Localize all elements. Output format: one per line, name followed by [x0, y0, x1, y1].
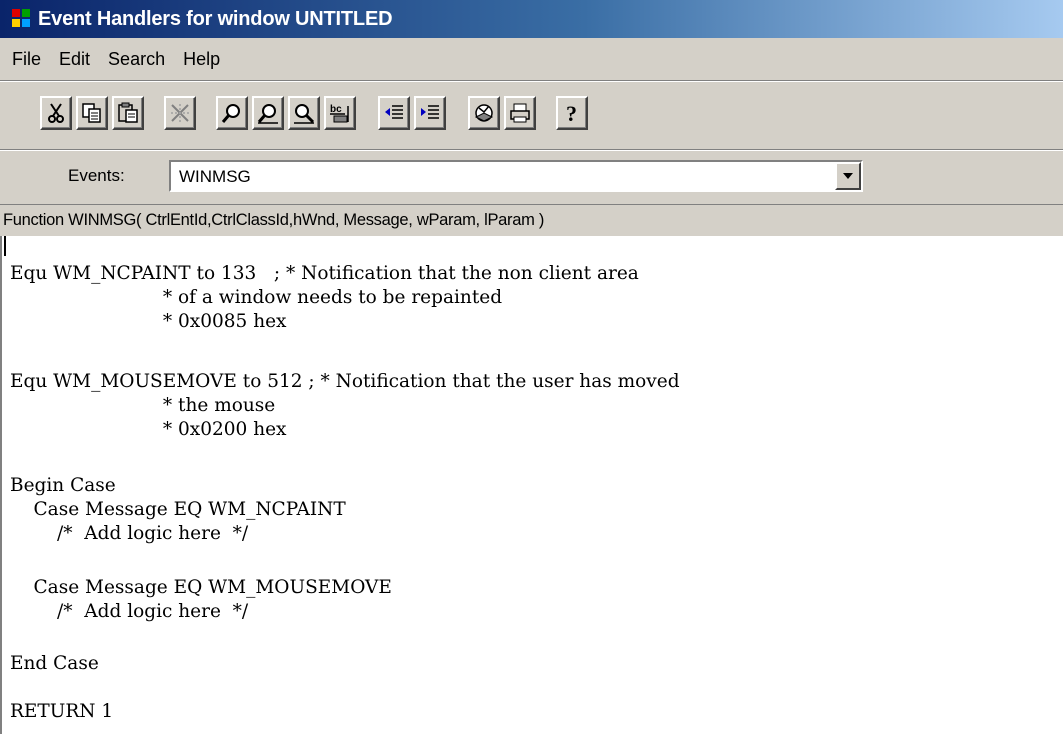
- help-icon: ?: [566, 102, 577, 124]
- code-line: End Case: [10, 653, 99, 674]
- text-caret: [4, 236, 6, 256]
- menu-file[interactable]: File: [0, 49, 50, 70]
- paste-button[interactable]: [112, 96, 144, 130]
- find-icon: [221, 104, 240, 123]
- code-line: Case Message EQ WM_NCPAINT: [10, 499, 346, 520]
- code-line: * 0x0200 hex: [10, 419, 287, 440]
- copy-button[interactable]: [76, 96, 108, 130]
- code-line: RETURN 1: [10, 701, 114, 722]
- window-title: Event Handlers for window UNTITLED: [38, 7, 393, 30]
- clear-button[interactable]: [164, 96, 196, 130]
- code-line: Begin Case: [10, 475, 116, 496]
- compile-icon: [474, 104, 494, 122]
- dropdown-button[interactable]: [835, 162, 861, 190]
- indent-button[interactable]: [414, 96, 446, 130]
- clear-icon: [171, 104, 189, 122]
- zoom-button[interactable]: [288, 96, 320, 130]
- chevron-down-icon: [843, 173, 853, 179]
- code-line: /* Add logic here */: [10, 523, 249, 544]
- cut-button[interactable]: [40, 96, 72, 130]
- code-line: * the mouse: [10, 395, 276, 416]
- code-line: * 0x0085 hex: [10, 311, 287, 332]
- indent-icon: [421, 105, 439, 119]
- replace-icon: bc: [330, 104, 349, 123]
- code-line: Case Message EQ WM_MOUSEMOVE: [10, 577, 392, 598]
- events-label: Events:: [68, 166, 125, 185]
- code-line: /* Add logic here */: [10, 601, 249, 622]
- code-line: Equ WM_MOUSEMOVE to 512 ; * Notification…: [10, 371, 680, 392]
- code-line: Equ WM_NCPAINT to 133 ; * Notification t…: [10, 263, 639, 284]
- menu-edit[interactable]: Edit: [50, 49, 99, 70]
- help-button[interactable]: ?: [556, 96, 588, 130]
- compile-button[interactable]: [468, 96, 500, 130]
- function-signature: Function WINMSG( CtrlEntId,CtrlClassId,h…: [0, 204, 1063, 234]
- events-dropdown[interactable]: WINMSG: [169, 160, 863, 192]
- code-line: * of a window needs to be repainted: [10, 287, 503, 308]
- print-icon: [510, 103, 530, 123]
- zoom-icon: [294, 104, 315, 124]
- cut-icon: [48, 103, 64, 123]
- app-icon[interactable]: [12, 9, 32, 29]
- events-row: Events: WINMSG: [0, 150, 1063, 204]
- outdent-button[interactable]: [378, 96, 410, 130]
- menu-help[interactable]: Help: [174, 49, 229, 70]
- outdent-icon: [385, 105, 403, 119]
- toolbar: bc ?: [0, 82, 1063, 150]
- find-button[interactable]: [216, 96, 248, 130]
- find-next-button[interactable]: [252, 96, 284, 130]
- copy-icon: [82, 103, 101, 123]
- replace-button[interactable]: bc: [324, 96, 356, 130]
- title-bar[interactable]: Event Handlers for window UNTITLED: [0, 0, 1063, 38]
- svg-text:?: ?: [566, 102, 577, 124]
- code-editor[interactable]: Equ WM_NCPAINT to 133 ; * Notification t…: [0, 236, 1063, 734]
- events-value: WINMSG: [179, 167, 251, 186]
- paste-icon: [118, 102, 138, 123]
- menu-bar: File Edit Search Help: [0, 38, 1063, 80]
- find-next-icon: [257, 104, 278, 124]
- menu-search[interactable]: Search: [99, 49, 174, 70]
- print-button[interactable]: [504, 96, 536, 130]
